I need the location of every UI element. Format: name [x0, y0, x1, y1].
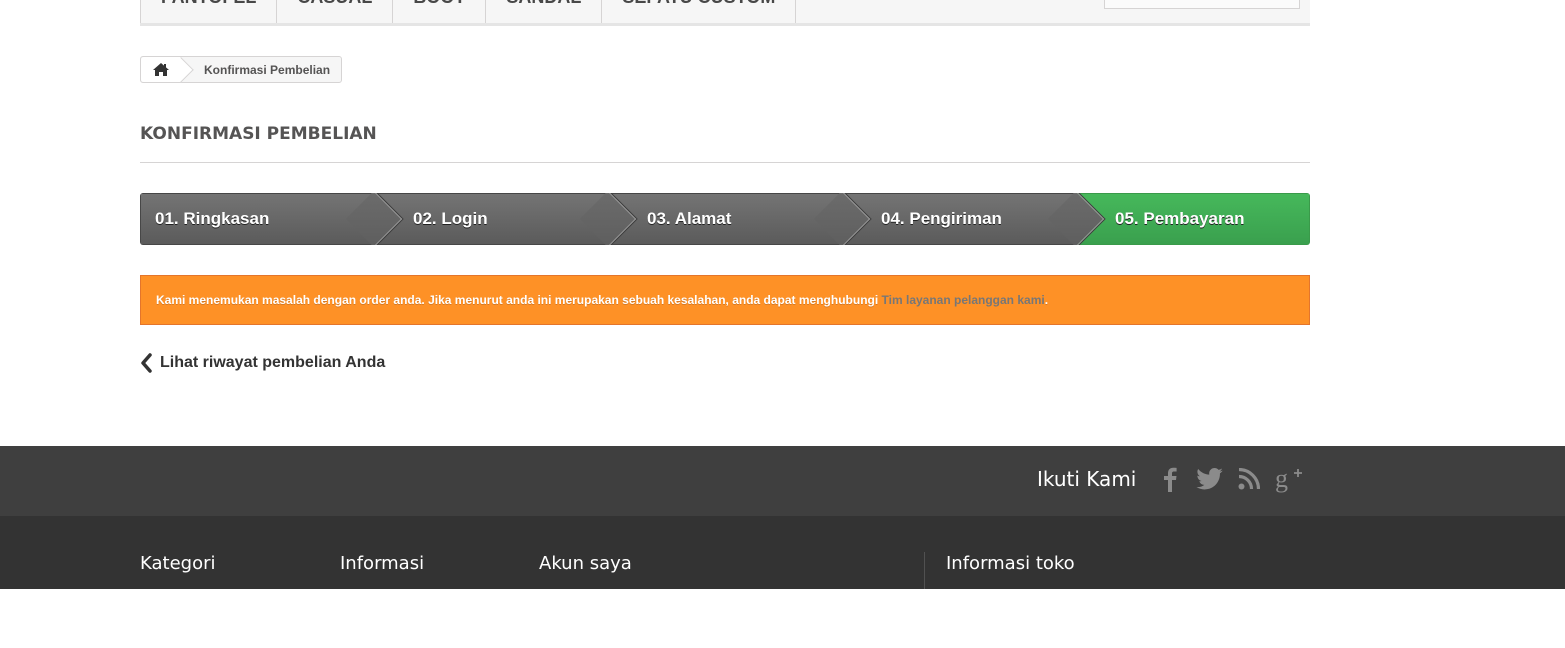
top-nav: Pantofel Casual Boot Sandal Sepatu Custo… [140, 0, 1310, 26]
footer-col-kategori: Kategori [140, 553, 216, 574]
step-label: 03. Alamat [647, 209, 732, 228]
svg-text:g: g [1275, 465, 1288, 493]
step-label: 01. Ringkasan [155, 209, 270, 228]
error-alert: Kami menemukan masalah dengan order anda… [140, 275, 1310, 325]
order-history-link[interactable]: Lihat riwayat pembelian Anda [140, 352, 385, 374]
step-login[interactable]: 02. Login [374, 193, 637, 245]
alert-text: Kami menemukan masalah dengan order anda… [156, 293, 882, 307]
google-plus-icon[interactable]: g [1274, 463, 1304, 495]
footer-social-bar: Ikuti Kami g [0, 446, 1565, 516]
search-input[interactable] [1104, 0, 1300, 9]
step-label: 04. Pengiriman [881, 209, 1002, 228]
step-label: 05. Pembayaran [1115, 209, 1245, 228]
step-pembayaran: 05. Pembayaran [1076, 193, 1310, 245]
rss-icon[interactable] [1234, 463, 1264, 495]
step-label: 02. Login [413, 209, 488, 228]
alert-suffix: . [1044, 293, 1049, 307]
menu-item-sepatu-custom[interactable]: Sepatu Custom [602, 0, 797, 23]
breadcrumb: Konfirmasi Pembelian [140, 56, 343, 83]
breadcrumb-current: Konfirmasi Pembelian [204, 62, 331, 77]
follow-us-label: Ikuti Kami [1037, 467, 1137, 491]
home-icon [153, 63, 169, 76]
footer-divider [924, 552, 925, 589]
facebook-icon[interactable] [1155, 463, 1185, 495]
category-menu: Pantofel Casual Boot Sandal Sepatu Custo… [140, 0, 797, 23]
step-ringkasan[interactable]: 01. Ringkasan [140, 193, 403, 245]
footer-col-akun-saya: Akun saya [539, 553, 632, 574]
step-alamat[interactable]: 03. Alamat [608, 193, 871, 245]
footer-col-informasi: Informasi [340, 553, 425, 574]
footer-col-informasi-toko: Informasi toko [946, 553, 1075, 574]
order-history-label: Lihat riwayat pembelian Anda [160, 354, 386, 371]
menu-item-pantofel[interactable]: Pantofel [140, 0, 278, 23]
chevron-left-icon [141, 353, 152, 373]
footer-links: Kategori Informasi Akun saya Informasi t… [0, 516, 1565, 589]
step-pengiriman[interactable]: 04. Pengiriman [842, 193, 1105, 245]
breadcrumb-home[interactable] [141, 57, 181, 82]
menu-item-boot[interactable]: Boot [393, 0, 487, 23]
menu-item-casual[interactable]: Casual [277, 0, 394, 23]
twitter-icon[interactable] [1194, 463, 1224, 495]
menu-item-sandal[interactable]: Sandal [486, 0, 603, 23]
checkout-steps: 01. Ringkasan 02. Login 03. Alamat 04. P… [140, 193, 1310, 245]
customer-service-link[interactable]: Tim layanan pelanggan kami [882, 293, 1045, 307]
page-title: KONFIRMASI PEMBELIAN [140, 124, 1310, 163]
